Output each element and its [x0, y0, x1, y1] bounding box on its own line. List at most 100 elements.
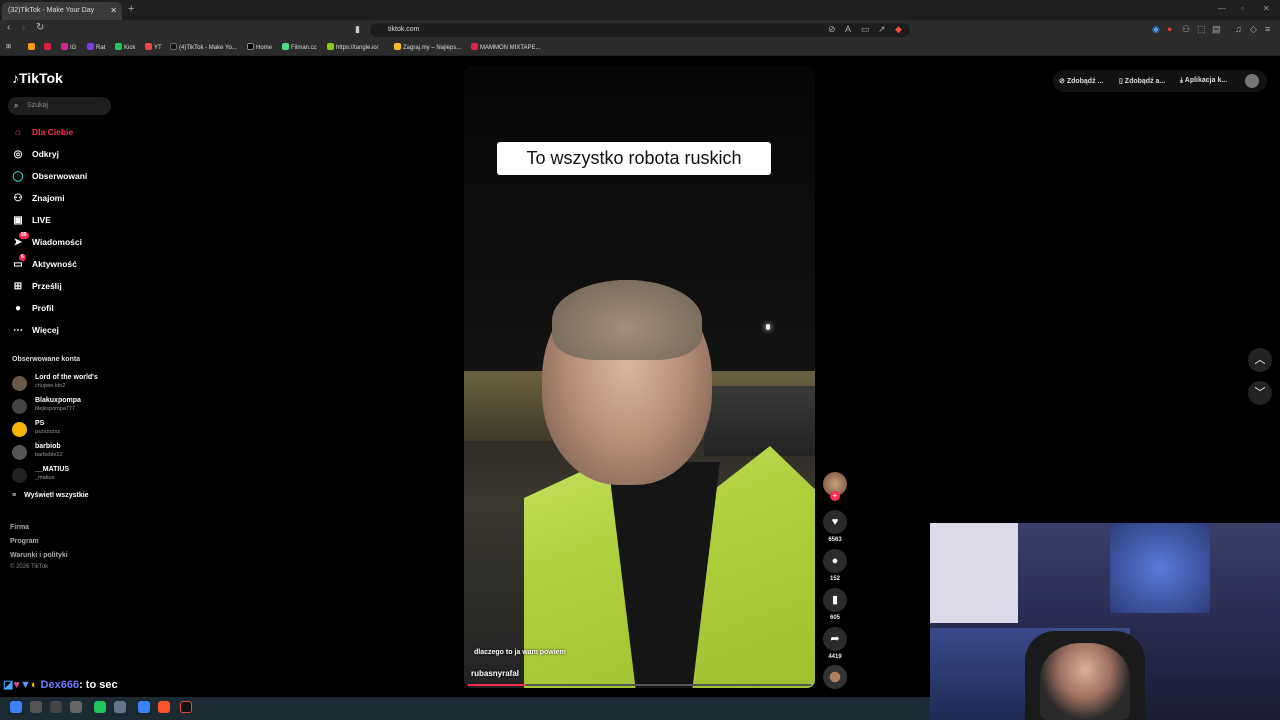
share-button[interactable]: ➦ — [823, 627, 847, 651]
wallet-icon[interactable]: ◇ — [1250, 24, 1257, 35]
chevron-up-icon: ︿ — [1254, 354, 1266, 366]
bookmark-mammon[interactable]: MAMMON MIXTAPE... — [471, 43, 541, 51]
followed-accounts-title: Obserwowane konta — [12, 356, 81, 363]
taskbar-app-icon[interactable] — [114, 701, 126, 713]
media-icon[interactable]: ♫ — [1235, 24, 1242, 34]
nav-following[interactable]: ◯ Obserwowani — [12, 169, 87, 183]
live-icon: ▣ — [13, 215, 23, 226]
bookmark-icon: ▮ — [831, 594, 839, 606]
forward-icon[interactable]: › — [22, 22, 25, 33]
bookmark-tangle[interactable]: https://tangle.io/ — [327, 43, 378, 51]
nav-for-you[interactable]: ⌂ Dla Ciebie — [12, 125, 73, 139]
minimize-icon[interactable]: — — [1218, 4, 1226, 13]
comment-icon: ● — [831, 555, 839, 567]
bookmark-zagraj[interactable]: Zagraj.my – Najleps... — [394, 43, 461, 51]
nav-profile[interactable]: ● Profil — [12, 301, 54, 315]
new-tab-icon[interactable]: + — [128, 3, 134, 15]
bookmark-ig[interactable]: IG — [61, 43, 76, 51]
footer-link-terms[interactable]: Warunki i polityki — [10, 552, 68, 559]
messages-badge: 99 — [19, 232, 29, 239]
nav-explore[interactable]: ◎ Odkryj — [12, 147, 59, 161]
friends-icon: ⚇ — [13, 193, 23, 204]
compass-icon: ◎ — [13, 149, 23, 160]
follow-plus-icon[interactable]: + — [830, 491, 840, 501]
avatar — [12, 422, 27, 437]
comment-button[interactable]: ● — [823, 549, 847, 573]
like-button[interactable]: ♥ — [823, 510, 847, 534]
bookmark-yt[interactable]: YT — [145, 43, 162, 51]
previous-video-button[interactable]: ︿ — [1248, 348, 1272, 372]
brave-shield-icon[interactable]: ◆ — [895, 24, 902, 35]
browser-tab-bar — [0, 0, 1280, 20]
video-subtitle: dlaczego to ja wam powiem — [474, 649, 566, 656]
bookmark-home[interactable]: Home — [247, 43, 272, 51]
chat-badges-icon: ◪ — [3, 679, 14, 691]
search-icon: ⌕ — [14, 101, 19, 110]
bookmark-filman[interactable]: Filman.cc — [282, 43, 317, 51]
footer-link-program[interactable]: Program — [10, 538, 39, 545]
reload-icon[interactable]: ↻ — [36, 22, 44, 33]
get-app-button[interactable]: ▯ Zdobądź a... — [1119, 77, 1165, 85]
nav-activity[interactable]: ▭ 6 Aktywność — [12, 254, 77, 271]
back-icon[interactable]: ‹ — [7, 22, 10, 33]
user-avatar[interactable] — [1245, 74, 1259, 88]
next-video-button[interactable]: ﹀ — [1248, 381, 1272, 405]
extension-icon[interactable]: ⚇ — [1182, 24, 1190, 35]
following-icon: ◯ — [12, 171, 24, 182]
nav-live[interactable]: ▣ LIVE — [12, 213, 51, 227]
maximize-icon[interactable]: ▫ — [1241, 4, 1244, 13]
save-button[interactable]: ▮ — [823, 588, 847, 612]
video-caption: To wszystko robota ruskich — [497, 142, 771, 175]
bookmark-rat[interactable]: Rat — [87, 43, 105, 51]
taskbar-app-icon[interactable] — [138, 701, 150, 713]
nav-messages[interactable]: ➤ 99 Wiadomości — [12, 232, 82, 249]
bookmark-page-icon[interactable]: ▮ — [355, 24, 360, 35]
chat-badges-icon: ◐ — [30, 679, 41, 691]
video-progress-fill — [468, 684, 527, 686]
close-window-icon[interactable]: ✕ — [1263, 4, 1270, 13]
taskbar-app-icon[interactable] — [30, 701, 42, 713]
chat-badges-icon: ▼ — [19, 679, 31, 691]
video-road — [704, 386, 815, 456]
person-hair — [552, 280, 702, 360]
apps-icon[interactable]: ⊞ — [6, 43, 11, 50]
bookmark-favicon[interactable] — [28, 43, 37, 51]
chevron-down-icon: ﹀ — [1254, 387, 1266, 399]
screenshot-icon[interactable]: ▭ — [861, 24, 870, 35]
menu-icon[interactable]: ≡ — [1265, 24, 1270, 34]
translate-icon[interactable]: A — [845, 24, 851, 34]
sidebar-icon[interactable]: ▤ — [1212, 24, 1221, 35]
taskbar-app-icon[interactable] — [50, 701, 62, 713]
desktop-app-button[interactable]: ⤓ Aplikacja k... — [1180, 77, 1227, 85]
chat-text: : to sec — [79, 679, 118, 691]
browser-tab[interactable]: (32)TikTok - Make Your Day ✕ — [2, 2, 122, 20]
music-disc-icon[interactable] — [823, 665, 847, 689]
close-tab-icon[interactable]: ✕ — [110, 2, 117, 20]
tiktok-note-icon: ♪ — [12, 70, 19, 86]
nav-upload[interactable]: ⊞ Prześlij — [12, 279, 62, 293]
share-page-icon[interactable]: ↗ — [878, 24, 886, 35]
taskbar-app-icon[interactable] — [180, 701, 192, 713]
nav-friends[interactable]: ⚇ Znajomi — [12, 191, 65, 205]
bookmark-favicon[interactable] — [44, 43, 53, 51]
taskbar-app-icon[interactable] — [70, 701, 82, 713]
extension-icon[interactable]: ◉ — [1152, 24, 1160, 35]
footer-link-company[interactable]: Firma — [10, 524, 29, 531]
search-input[interactable]: ⌕ Szukaj — [8, 97, 111, 115]
more-icon: ⋯ — [13, 325, 23, 336]
cast-icon[interactable]: ⊘ — [828, 24, 836, 35]
get-coins-button[interactable]: ⊘ Zdobądź ... — [1059, 77, 1103, 85]
taskbar-app-icon[interactable] — [10, 701, 22, 713]
bookmark-kick[interactable]: Kick — [115, 43, 135, 51]
video-author[interactable]: rubasnyrafal — [471, 669, 519, 678]
extensions-puzzle-icon[interactable]: ⬚ — [1197, 24, 1206, 35]
taskbar-brave-icon[interactable] — [158, 701, 170, 713]
show-all-accounts-link[interactable]: ≡ Wyświetl wszystkie — [12, 492, 89, 499]
bookmark-tiktok[interactable]: (4)TikTok - Make Yo... — [170, 43, 237, 51]
taskbar-app-icon[interactable] — [94, 701, 106, 713]
nav-more[interactable]: ⋯ Więcej — [12, 323, 59, 337]
extension-icon[interactable]: ● — [1167, 24, 1172, 34]
save-count: 605 — [829, 615, 840, 621]
tiktok-logo[interactable]: ♪TikTok — [12, 70, 63, 86]
stream-chat-message: ◪♥▼◐ Dex666: to sec — [3, 678, 118, 691]
